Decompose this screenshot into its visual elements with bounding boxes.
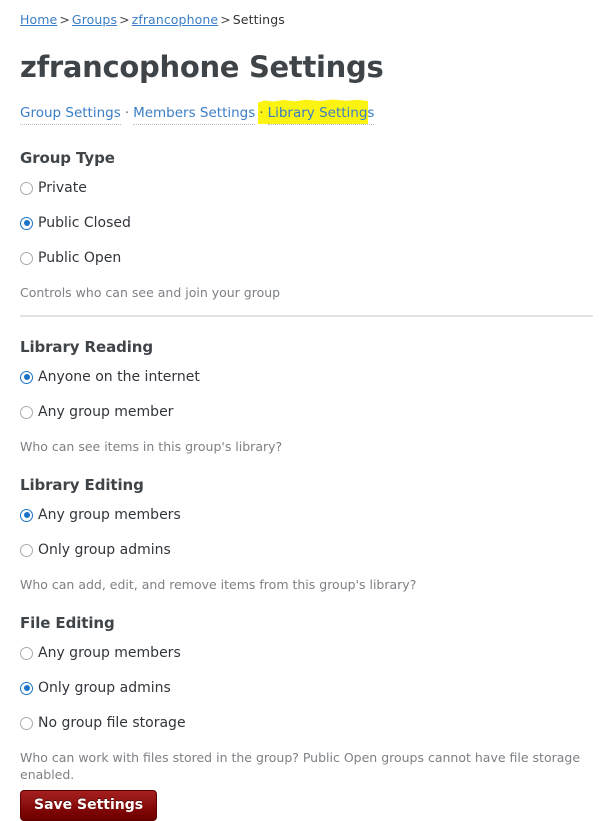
form-actions: Save Settings	[20, 790, 593, 821]
breadcrumb-link-home[interactable]: Home	[20, 12, 57, 27]
radio-option-private[interactable]: Private	[20, 179, 593, 197]
settings-tabs: Group Settings · Members Settings · Library …	[20, 99, 593, 128]
radio-option-any-group-members-library[interactable]: Any group members	[20, 506, 593, 524]
section-title: Library Editing	[20, 476, 144, 494]
breadcrumb-link-groups[interactable]: Groups	[72, 12, 117, 27]
radio-icon-selected[interactable]	[20, 508, 33, 522]
section-title: Library Reading	[20, 338, 153, 356]
settings-page: Home > Groups > zfrancophone > Settings zfranc…	[0, 0, 613, 821]
radio-option-no-group-file-storage[interactable]: No group file storage	[20, 714, 593, 732]
section-library-editing: Library Editing Any group members Only g…	[20, 475, 593, 593]
section-group-type: Group Type Private Public Closed Public …	[20, 148, 593, 317]
radio-option-any-group-members-file[interactable]: Any group members	[20, 644, 593, 662]
section-helper-text: Who can add, edit, and remove items from…	[20, 577, 417, 592]
section-helper-text: Controls who can see and join your group	[20, 285, 281, 300]
radio-icon-unselected[interactable]	[20, 543, 33, 557]
radio-label: Public Closed	[38, 215, 131, 231]
section-divider	[20, 315, 593, 317]
radio-option-only-group-admins-library[interactable]: Only group admins	[20, 541, 593, 559]
radio-option-anyone-on-the-internet[interactable]: Anyone on the internet	[20, 368, 593, 386]
radio-label: No group file storage	[38, 715, 186, 731]
breadcrumb: Home > Groups > zfrancophone > Settings	[20, 0, 593, 28]
radio-label: Any group members	[38, 507, 181, 523]
breadcrumb-separator: >	[59, 12, 70, 27]
radio-label: Public Open	[38, 250, 122, 266]
save-settings-button[interactable]: Save Settings	[20, 790, 158, 821]
radio-icon-unselected[interactable]	[20, 405, 33, 419]
radio-icon-selected[interactable]	[20, 216, 33, 230]
radio-option-public-open[interactable]: Public Open	[20, 249, 593, 267]
section-library-reading: Library Reading Anyone on the internet A…	[20, 337, 593, 455]
radio-option-public-closed[interactable]: Public Closed	[20, 214, 593, 232]
tab-group-settings[interactable]: Group Settings	[20, 105, 121, 125]
page-title: zfrancophone Settings	[20, 50, 384, 84]
section-helper-text: Who can see items in this group's librar…	[20, 439, 283, 454]
radio-label: Any group members	[38, 645, 181, 661]
radio-label: Only group admins	[38, 542, 171, 558]
breadcrumb-separator: >	[119, 12, 130, 27]
section-title: File Editing	[20, 614, 115, 632]
radio-icon-selected[interactable]	[20, 370, 33, 384]
radio-icon-selected[interactable]	[20, 681, 33, 695]
tab-separator: ·	[259, 105, 264, 121]
radio-label: Private	[38, 180, 87, 196]
radio-label: Any group member	[38, 404, 174, 420]
breadcrumb-separator: >	[220, 12, 231, 27]
radio-option-any-group-member[interactable]: Any group member	[20, 403, 593, 421]
section-title: Group Type	[20, 149, 115, 167]
breadcrumb-link-zfrancophone[interactable]: zfrancophone	[132, 12, 219, 27]
radio-option-only-group-admins-file[interactable]: Only group admins	[20, 679, 593, 697]
radio-icon-unselected[interactable]	[20, 716, 33, 730]
tab-members-settings[interactable]: Members Settings	[133, 105, 256, 125]
radio-icon-unselected[interactable]	[20, 251, 33, 265]
section-file-editing: File Editing Any group members Only grou…	[20, 613, 593, 783]
radio-icon-unselected[interactable]	[20, 646, 33, 660]
radio-icon-unselected[interactable]	[20, 181, 33, 195]
tab-library-settings[interactable]: Library Settings	[267, 105, 375, 125]
radio-label: Anyone on the internet	[38, 369, 200, 385]
tab-separator: ·	[124, 105, 130, 121]
breadcrumb-current-settings: Settings	[232, 12, 285, 27]
section-helper-text: Who can work with files stored in the gr…	[20, 750, 581, 782]
radio-label: Only group admins	[38, 680, 171, 696]
